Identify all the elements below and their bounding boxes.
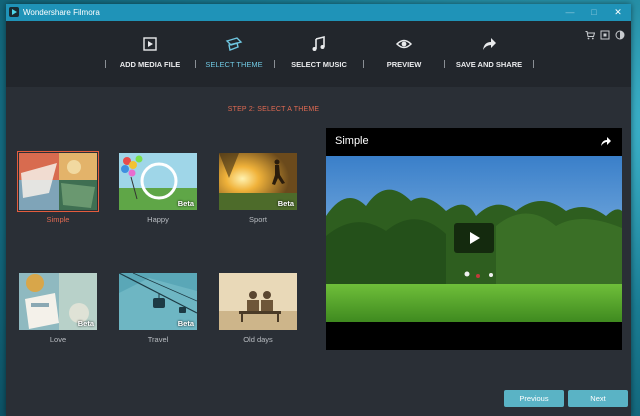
theme-preview-panel: Simple	[326, 128, 622, 350]
theme-label: Sport	[249, 215, 267, 224]
maximize-icon[interactable]: □	[583, 5, 605, 20]
step-divider	[533, 60, 534, 68]
app-window: Wondershare Filmora — □ ✕ ADD MEDIA FILE…	[6, 4, 631, 416]
beta-badge: Beta	[77, 319, 94, 328]
beta-badge: Beta	[177, 199, 194, 208]
eye-icon	[395, 39, 413, 49]
main-content: STEP 2: SELECT A THEME Simple Beta Happy…	[6, 87, 631, 416]
step-label: SELECT THEME	[205, 60, 263, 69]
theme-toggle-icon[interactable]	[615, 30, 625, 40]
step-select-music[interactable]: SELECT MUSIC	[279, 35, 359, 83]
step-divider	[363, 60, 364, 68]
previous-button[interactable]: Previous	[504, 390, 564, 407]
step-divider	[274, 60, 275, 68]
step-select-theme[interactable]: SELECT THEME	[200, 35, 268, 83]
window-title: Wondershare Filmora	[23, 8, 100, 17]
theme-thumbnail: Beta	[219, 153, 297, 210]
theme-icon	[225, 37, 243, 51]
title-bar: Wondershare Filmora — □ ✕	[6, 4, 631, 21]
share-icon[interactable]	[600, 135, 612, 147]
theme-label: Travel	[147, 335, 169, 344]
cart-icon[interactable]	[585, 30, 595, 40]
play-button[interactable]	[454, 223, 494, 253]
step-divider	[195, 60, 196, 68]
theme-thumbnail: Beta	[19, 273, 97, 330]
theme-thumbnail	[17, 151, 99, 212]
share-arrow-icon	[483, 38, 496, 50]
step-label: SAVE AND SHARE	[455, 60, 523, 69]
theme-label: Happy	[147, 215, 169, 224]
minimize-icon[interactable]: —	[559, 5, 581, 20]
import-media-icon	[143, 37, 157, 51]
beta-badge: Beta	[177, 319, 194, 328]
step-divider	[105, 60, 106, 68]
workflow-steps: ADD MEDIA FILE SELECT THEME SELECT MUSIC	[6, 21, 631, 87]
music-note-icon	[312, 35, 325, 51]
step-label: PREVIEW	[386, 60, 422, 69]
next-button[interactable]: Next	[568, 390, 628, 407]
theme-thumbnail: Beta	[119, 153, 197, 210]
step-label: SELECT MUSIC	[291, 60, 347, 69]
preview-title: Simple	[335, 135, 369, 147]
theme-thumbnail: Beta	[119, 273, 197, 330]
theme-label: Simple	[46, 215, 70, 224]
theme-thumbnail	[219, 273, 297, 330]
step-save-and-share[interactable]: SAVE AND SHARE	[449, 35, 529, 83]
step-label: ADD MEDIA FILE	[119, 60, 181, 69]
theme-label: Love	[49, 335, 67, 344]
filmora-logo-icon	[9, 7, 19, 17]
close-icon[interactable]: ✕	[607, 5, 629, 20]
register-icon[interactable]	[600, 30, 610, 40]
step-preview[interactable]: PREVIEW	[368, 35, 440, 83]
theme-label: Old days	[243, 335, 273, 344]
preview-video[interactable]	[326, 156, 622, 322]
step-divider	[444, 60, 445, 68]
beta-badge: Beta	[277, 199, 294, 208]
step-add-media-file[interactable]: ADD MEDIA FILE	[110, 35, 190, 83]
step-title: STEP 2: SELECT A THEME	[227, 106, 320, 113]
